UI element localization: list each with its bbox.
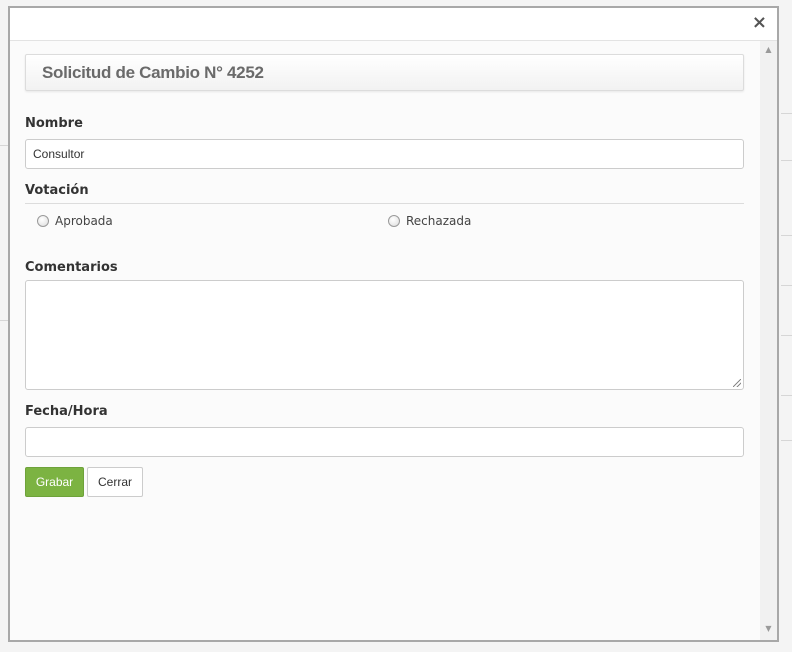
- radio-rechazada[interactable]: Rechazada: [388, 214, 471, 228]
- background-divider: [781, 235, 792, 236]
- close-icon[interactable]: ×: [752, 14, 767, 32]
- votacion-divider: [25, 203, 744, 204]
- resize-grip-icon[interactable]: [733, 379, 741, 387]
- background-divider: [781, 160, 792, 161]
- comentarios-textarea[interactable]: [25, 280, 744, 390]
- cerrar-button[interactable]: Cerrar: [87, 467, 143, 497]
- background-divider: [781, 335, 792, 336]
- background-divider: [0, 320, 8, 321]
- solicitud-dialog: × ▲ ▼ Solicitud de Cambio N° 4252 Nombre…: [8, 6, 779, 642]
- grabar-button[interactable]: Grabar: [25, 467, 84, 497]
- background-divider: [781, 285, 792, 286]
- dialog-scrollbar[interactable]: ▲ ▼: [760, 41, 777, 640]
- dialog-title: Solicitud de Cambio N° 4252: [42, 63, 264, 82]
- radio-aprobada[interactable]: Aprobada: [37, 214, 113, 228]
- background-divider: [781, 395, 792, 396]
- nombre-input[interactable]: Consultor: [25, 139, 744, 169]
- votacion-label: Votación: [25, 183, 89, 198]
- radio-button[interactable]: [388, 215, 400, 227]
- radio-aprobada-label: Aprobada: [55, 214, 113, 228]
- dialog-header: ×: [10, 8, 777, 41]
- radio-button[interactable]: [37, 215, 49, 227]
- fecha-hora-label: Fecha/Hora: [25, 404, 108, 419]
- nombre-label: Nombre: [25, 116, 83, 131]
- scroll-down-arrow-icon[interactable]: ▼: [760, 622, 777, 636]
- background-divider: [781, 440, 792, 441]
- comentarios-label: Comentarios: [25, 260, 118, 275]
- radio-rechazada-label: Rechazada: [406, 214, 472, 228]
- background-divider: [0, 145, 8, 146]
- background-divider: [781, 113, 792, 114]
- title-panel: Solicitud de Cambio N° 4252: [25, 54, 744, 91]
- button-row: Grabar Cerrar: [25, 467, 225, 497]
- scroll-up-arrow-icon[interactable]: ▲: [760, 43, 777, 57]
- fecha-hora-input[interactable]: [25, 427, 744, 457]
